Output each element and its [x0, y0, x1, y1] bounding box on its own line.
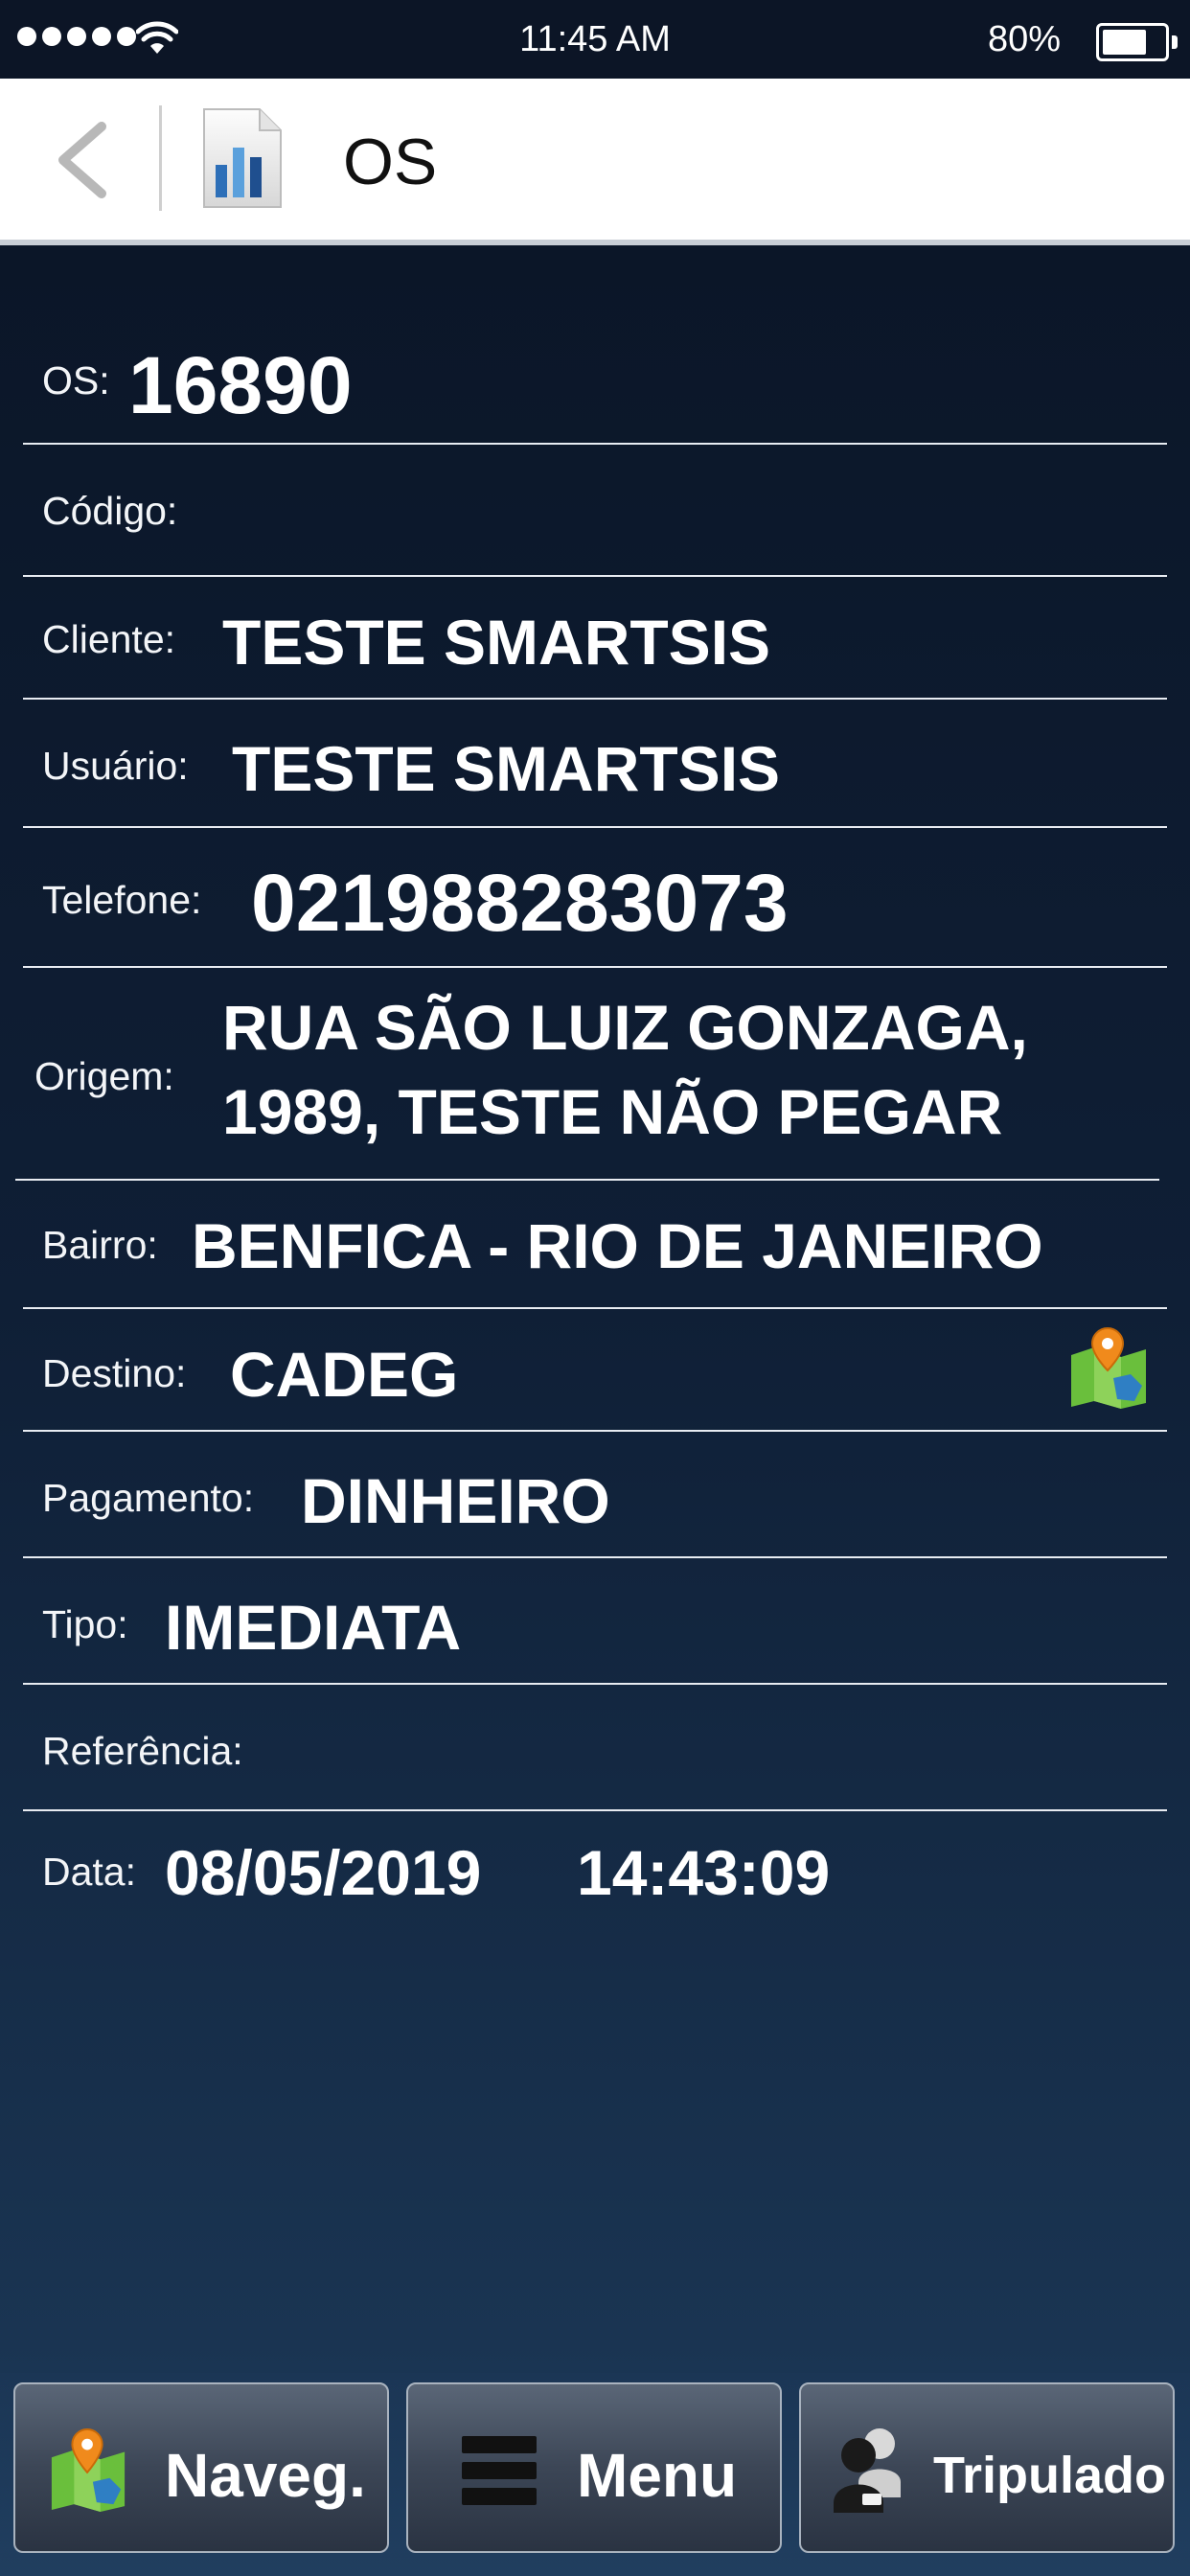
telefone-label: Telefone: [42, 878, 202, 922]
field-usuario: Usuário: TESTE SMARTSIS [23, 700, 1167, 828]
tipo-value: IMEDIATA [165, 1592, 462, 1663]
os-label: OS: [42, 358, 110, 402]
status-bar: 11:45 AM 80% [0, 0, 1190, 79]
origem-value-line2: 1989, TESTE NÃO PEGAR [222, 1076, 1003, 1147]
bottom-toolbar: Naveg. Menu Tripulado [0, 2373, 1190, 2576]
codigo-label: Código: [42, 489, 178, 533]
app-header: OS [0, 79, 1190, 245]
origem-label: Origem: [34, 1054, 174, 1098]
destino-label: Destino: [42, 1351, 187, 1395]
crew-icon [834, 2428, 901, 2513]
os-value: 16890 [128, 340, 353, 430]
menu-button[interactable]: Menu [406, 2382, 782, 2553]
naveg-label: Naveg. [165, 2441, 366, 2510]
field-codigo: Código: [23, 445, 1167, 577]
naveg-button[interactable]: Naveg. [13, 2382, 389, 2553]
tipo-label: Tipo: [42, 1602, 128, 1646]
usuario-value: TESTE SMARTSIS [232, 733, 781, 804]
telefone-value: 021988283073 [251, 858, 789, 948]
field-os: OS: 16890 [23, 303, 1167, 445]
battery-icon [1096, 23, 1178, 61]
bairro-value: BENFICA - RIO DE JANEIRO [192, 1210, 1043, 1281]
field-bairro: Bairro: BENFICA - RIO DE JANEIRO [23, 1181, 1167, 1309]
field-data: Data: 08/05/2019 14:43:09 [23, 1811, 1167, 1936]
pagamento-value: DINHEIRO [301, 1465, 610, 1536]
origem-value-line1: RUA SÃO LUIZ GONZAGA, [222, 992, 1028, 1063]
cliente-value: TESTE SMARTSIS [222, 607, 771, 678]
destino-value: CADEG [230, 1339, 459, 1410]
header-divider [159, 105, 162, 211]
chevron-left-icon[interactable] [38, 107, 125, 213]
cliente-label: Cliente: [42, 617, 176, 661]
referencia-label: Referência: [42, 1729, 243, 1773]
map-icon [51, 2428, 126, 2512]
pagamento-label: Pagamento: [42, 1476, 255, 1520]
field-cliente: Cliente: TESTE SMARTSIS [23, 577, 1167, 700]
order-details: OS: 16890 Código: Cliente: TESTE SMARTSI… [0, 245, 1190, 2373]
tripulado-label: Tripulado [933, 2447, 1166, 2504]
data-date: 08/05/2019 [165, 1837, 482, 1908]
field-origem: Origem: RUA SÃO LUIZ GONZAGA, 1989, TEST… [15, 968, 1159, 1181]
tripulado-button[interactable]: Tripulado [799, 2382, 1175, 2553]
usuario-label: Usuário: [42, 744, 189, 788]
page-title: OS [343, 126, 438, 198]
bairro-label: Bairro: [42, 1223, 158, 1267]
map-pin-icon[interactable] [1067, 1326, 1150, 1409]
data-label: Data: [42, 1850, 136, 1894]
menu-icon [462, 2436, 537, 2505]
menu-label: Menu [577, 2441, 738, 2510]
field-tipo: Tipo: IMEDIATA [23, 1558, 1167, 1685]
field-pagamento: Pagamento: DINHEIRO [23, 1432, 1167, 1558]
data-time: 14:43:09 [577, 1837, 831, 1908]
bar-chart-icon [203, 108, 282, 208]
field-referencia: Referência: [23, 1685, 1167, 1811]
field-destino: Destino: CADEG [23, 1309, 1167, 1432]
field-telefone: Telefone: 021988283073 [23, 828, 1167, 968]
battery-percent: 80% [987, 19, 1061, 59]
